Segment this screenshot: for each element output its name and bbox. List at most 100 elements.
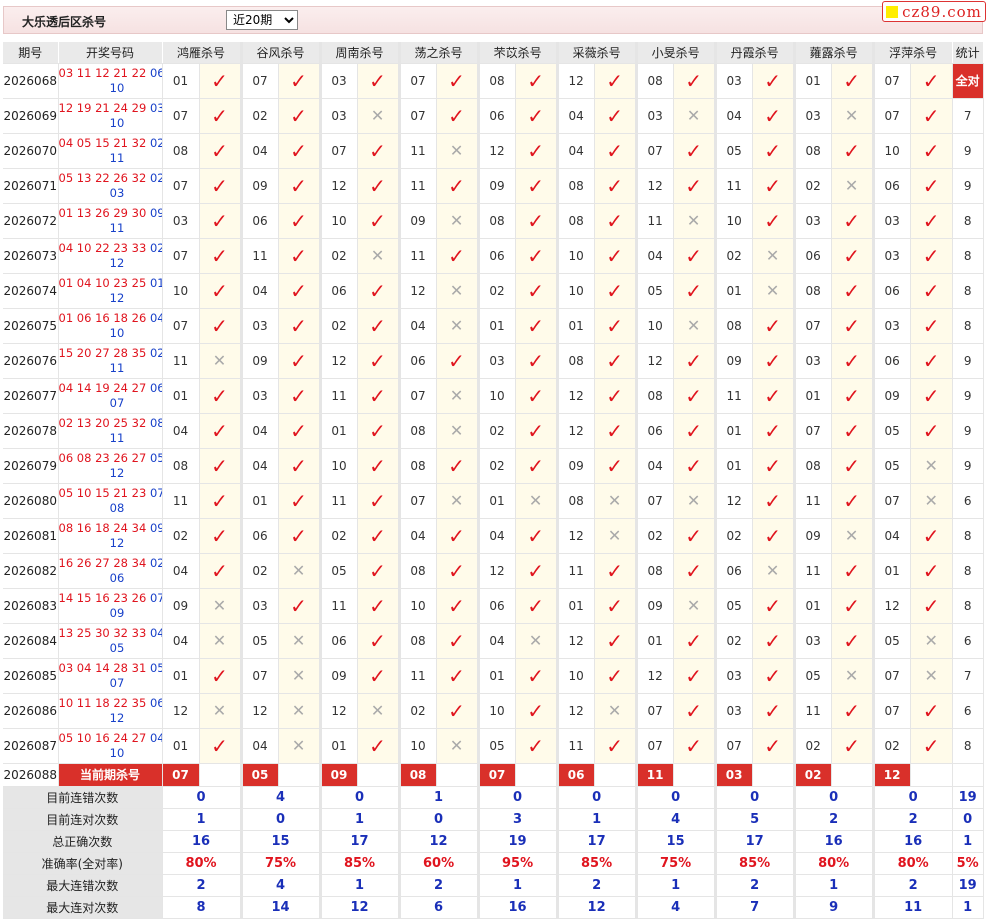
- result-mark-cell: ✓: [594, 623, 637, 659]
- check-icon: ✓: [606, 593, 623, 618]
- empty-cell: [199, 763, 242, 787]
- result-mark-cell: ✓: [752, 308, 795, 344]
- stat-cell: 9: [952, 448, 984, 484]
- kill-number: 11: [397, 168, 437, 204]
- table-row: 202607401 04 10 23 25 01 12 10 ✓ 04 ✓ 06 ✓ 12 ✕ 02…: [3, 273, 984, 309]
- check-icon: ✓: [606, 173, 623, 198]
- header-row: 期号 开奖号码 鸿雁杀号 谷风杀号 周南杀号 荡之杀号 芣苡杀号 采薇杀号 小旻杀号 丹霞杀号…: [3, 42, 984, 64]
- result-mark-cell: ✓: [752, 63, 795, 99]
- result-mark-cell: ✕: [436, 273, 479, 309]
- back-number: 06: [149, 380, 161, 395]
- kill-number: 07: [634, 133, 674, 169]
- kill-number: 11: [555, 728, 595, 764]
- kill-number: 10: [476, 378, 516, 414]
- result-mark-cell: ✓: [831, 378, 874, 414]
- kill-number: 10: [162, 273, 200, 309]
- check-icon: ✓: [290, 488, 307, 513]
- kill-number: 12: [476, 133, 516, 169]
- result-mark-cell: ✓: [357, 308, 400, 344]
- check-icon: ✓: [211, 663, 228, 688]
- kill-number: 05: [713, 133, 753, 169]
- site-logo[interactable]: cz89.com: [882, 1, 986, 22]
- result-mark-cell: ✓: [831, 483, 874, 519]
- kill-number: 12: [397, 273, 437, 309]
- empty-cell: [357, 763, 400, 787]
- kill-number: 03: [634, 98, 674, 134]
- table-row: 202606912 19 21 24 29 03 10 07 ✓ 02 ✓ 03 ✕ 07 ✓ 06…: [3, 98, 984, 134]
- check-icon: ✓: [527, 523, 544, 548]
- front-numbers: 04 10 22 23 33: [58, 240, 147, 255]
- kill-number: 07: [397, 483, 437, 519]
- period-cell: 2026077: [3, 378, 59, 414]
- cross-icon: ✕: [212, 596, 227, 615]
- result-mark-cell: ✓: [673, 63, 716, 99]
- check-icon: ✓: [764, 68, 781, 93]
- result-mark-cell: ✓: [436, 98, 479, 134]
- stats-row: 最大连错次数 2 4 1 2 1 2 1 2 1 2 19: [3, 874, 984, 897]
- draw-numbers-cell: 13 25 30 32 33 04 05: [58, 623, 163, 659]
- kill-number: 01: [713, 448, 753, 484]
- stats-value: 2: [397, 874, 479, 897]
- table-row: 202607501 06 16 18 26 04 10 07 ✓ 03 ✓ 02 ✓ 04 ✕ 01…: [3, 308, 984, 344]
- stat-cell: 8: [952, 518, 984, 554]
- result-mark-cell: ✓: [515, 273, 558, 309]
- kill-number: 03: [792, 203, 832, 239]
- cross-icon: ✕: [686, 106, 701, 125]
- kill-number: 02: [792, 168, 832, 204]
- kill-number: 02: [318, 238, 358, 274]
- result-mark-cell: ✕: [436, 413, 479, 449]
- back-number: 02: [149, 240, 161, 255]
- kill-number: 06: [318, 623, 358, 659]
- check-icon: ✓: [606, 628, 623, 653]
- current-period-cell: 2026088: [3, 763, 59, 787]
- result-mark-cell: ✓: [910, 728, 953, 764]
- result-mark-cell: ✓: [910, 378, 953, 414]
- result-mark-cell: ✓: [752, 483, 795, 519]
- kill-number: 10: [397, 728, 437, 764]
- range-select[interactable]: 近20期: [226, 10, 298, 30]
- check-icon: ✓: [527, 243, 544, 268]
- cross-icon: ✕: [449, 421, 464, 440]
- stats-value: 0: [318, 786, 400, 809]
- stats-value: 0: [713, 786, 795, 809]
- kill-number: 09: [792, 518, 832, 554]
- kill-number: 01: [713, 273, 753, 309]
- kill-number: 05: [239, 623, 279, 659]
- check-icon: ✓: [685, 418, 702, 443]
- check-icon: ✓: [685, 698, 702, 723]
- check-icon: ✓: [448, 173, 465, 198]
- period-cell: 2026085: [3, 658, 59, 694]
- kill-number: 04: [162, 413, 200, 449]
- result-mark-cell: ✕: [831, 518, 874, 554]
- kill-number: 08: [555, 203, 595, 239]
- col-header-period: 期号: [3, 42, 59, 64]
- draw-numbers-cell: 05 10 15 21 23 07 08: [58, 483, 163, 519]
- result-mark-cell: ✓: [436, 553, 479, 589]
- table-row: 202607906 08 23 26 27 05 12 08 ✓ 04 ✓ 10 ✓ 08 ✓ 02…: [3, 448, 984, 484]
- result-mark-cell: ✓: [752, 378, 795, 414]
- stats-value: 4: [634, 896, 716, 919]
- table-row: 202608005 10 15 21 23 07 08 11 ✓ 01 ✓ 11 ✓ 07 ✕ 01…: [3, 483, 984, 519]
- result-mark-cell: ✓: [673, 343, 716, 379]
- stat-cell: 8: [952, 238, 984, 274]
- result-mark-cell: ✓: [831, 623, 874, 659]
- result-mark-cell: ✓: [673, 378, 716, 414]
- result-mark-cell: ✓: [831, 273, 874, 309]
- result-mark-cell: ✕: [199, 343, 242, 379]
- kill-number: 09: [555, 448, 595, 484]
- check-icon: ✓: [922, 523, 940, 548]
- stat-cell: 6: [952, 483, 984, 519]
- result-mark-cell: ✓: [831, 588, 874, 624]
- period-cell: 2026070: [3, 133, 59, 169]
- cross-icon: ✕: [686, 596, 701, 615]
- kill-number: 02: [871, 728, 911, 764]
- check-icon: ✓: [685, 243, 702, 268]
- check-icon: ✓: [606, 558, 623, 583]
- kill-number: 03: [713, 693, 753, 729]
- result-mark-cell: ✓: [515, 203, 558, 239]
- check-icon: ✓: [448, 523, 465, 548]
- draw-numbers-cell: 08 16 18 24 34 09 12: [58, 518, 163, 554]
- kill-number: 06: [871, 273, 911, 309]
- back-number: 09: [109, 605, 125, 620]
- result-mark-cell: ✕: [436, 483, 479, 519]
